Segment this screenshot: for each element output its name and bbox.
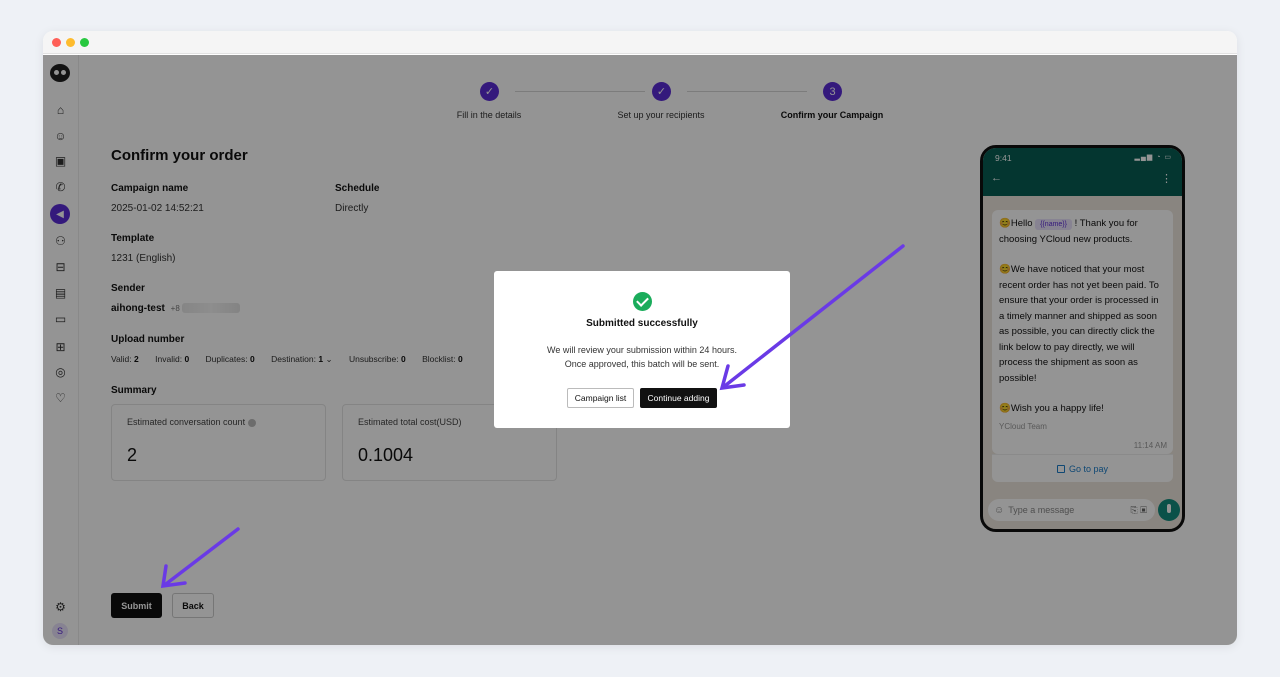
modal-title: Submitted successfully — [586, 318, 698, 329]
success-modal: Submitted successfully We will review yo… — [494, 271, 790, 428]
continue-adding-button[interactable]: Continue adding — [640, 388, 717, 408]
minimize-window-button[interactable] — [66, 38, 75, 47]
modal-message: We will review your submission within 24… — [547, 345, 737, 369]
window-titlebar — [43, 31, 1237, 54]
campaign-list-button[interactable]: Campaign list — [567, 388, 634, 408]
success-check-icon — [633, 292, 652, 311]
close-window-button[interactable] — [52, 38, 61, 47]
maximize-window-button[interactable] — [80, 38, 89, 47]
